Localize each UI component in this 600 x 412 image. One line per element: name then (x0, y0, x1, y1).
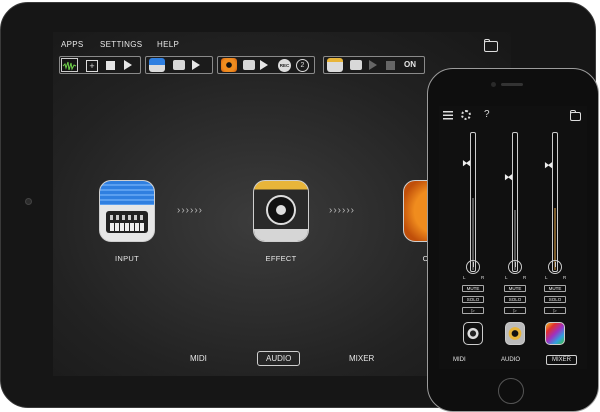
volume-slider-3[interactable] (552, 132, 558, 272)
play-icon[interactable] (192, 60, 200, 70)
share-icon[interactable] (173, 60, 185, 70)
plus-icon[interactable]: + (86, 60, 98, 72)
pan-knob-2[interactable] (508, 260, 522, 274)
solo-button-2[interactable]: SOLO (504, 296, 526, 303)
share-icon[interactable] (243, 60, 255, 70)
channel-app-1[interactable] (463, 322, 483, 345)
effect-node[interactable] (253, 180, 309, 242)
phone-screen: ? ⧓ L R MUTE SOLO ▷ ⧓ L R MUTE SOLO ▷ ⧓ … (439, 106, 587, 369)
tab-midi[interactable]: MIDI (190, 354, 207, 363)
pan-right-label: R (563, 275, 567, 280)
play-button-2[interactable]: ▷ (504, 307, 526, 314)
toolbar-effect: ON (323, 56, 425, 74)
mute-button-1[interactable]: MUTE (462, 285, 484, 292)
toolbar-input: + (59, 56, 141, 74)
menu-bar: APPS SETTINGS HELP (53, 40, 511, 54)
on-toggle[interactable]: ON (404, 60, 416, 69)
stop-icon[interactable] (106, 61, 115, 70)
play-icon[interactable] (369, 60, 377, 70)
count-badge[interactable]: 2 (296, 59, 309, 72)
pan-knob-3[interactable] (548, 260, 562, 274)
pan-left-label: L (545, 275, 548, 280)
pan-right-label: R (481, 275, 485, 280)
phone-speaker (501, 83, 523, 86)
help-icon[interactable]: ? (484, 109, 490, 120)
share-icon[interactable] (350, 60, 362, 70)
volume-slider-1[interactable] (470, 132, 476, 272)
pan-right-label: R (523, 275, 527, 280)
channel-app-2[interactable] (505, 322, 525, 345)
play-button-3[interactable]: ▷ (544, 307, 566, 314)
menu-help[interactable]: HELP (157, 40, 179, 49)
play-icon[interactable] (260, 60, 268, 70)
folder-icon[interactable] (484, 39, 498, 52)
channel-app-3[interactable] (545, 322, 565, 345)
effect-app-thumb[interactable] (327, 58, 343, 72)
volume-slider-2[interactable] (512, 132, 518, 272)
tab-midi[interactable]: MIDI (453, 357, 466, 363)
toolbar-input-app (145, 56, 213, 74)
pan-knob-1[interactable] (466, 260, 480, 274)
mute-button-3[interactable]: MUTE (544, 285, 566, 292)
output-app-thumb[interactable] (221, 58, 237, 72)
solo-button-1[interactable]: SOLO (462, 296, 484, 303)
list-icon[interactable] (443, 111, 453, 120)
pan-left-label: L (505, 275, 508, 280)
waveform-icon[interactable] (61, 58, 78, 72)
slider-thumb-3[interactable]: ⧓ (544, 160, 553, 171)
tablet-camera (25, 198, 32, 205)
record-button[interactable]: REC (278, 59, 291, 72)
tab-mixer[interactable]: MIXER (349, 354, 374, 363)
effect-node-label: EFFECT (265, 254, 297, 263)
input-app-thumb[interactable] (149, 58, 165, 72)
input-node-label: INPUT (115, 254, 139, 263)
slider-thumb-1[interactable]: ⧓ (462, 158, 471, 169)
tab-mixer[interactable]: MIXER (546, 355, 578, 365)
phone-frame: ? ⧓ L R MUTE SOLO ▷ ⧓ L R MUTE SOLO ▷ ⧓ … (427, 68, 599, 412)
slider-thumb-2[interactable]: ⧓ (504, 172, 513, 183)
connection-arrows: ›››››› (177, 205, 203, 216)
play-button-1[interactable]: ▷ (462, 307, 484, 314)
pan-left-label: L (463, 275, 466, 280)
folder-icon[interactable] (570, 110, 581, 121)
tab-audio[interactable]: AUDIO (501, 357, 520, 363)
gear-icon[interactable] (461, 110, 471, 120)
solo-button-3[interactable]: SOLO (544, 296, 566, 303)
input-node[interactable] (99, 180, 155, 242)
stop-icon[interactable] (386, 61, 395, 70)
play-icon[interactable] (124, 60, 132, 70)
mute-button-2[interactable]: MUTE (504, 285, 526, 292)
toolbar-output: REC 2 (217, 56, 315, 74)
home-button[interactable] (498, 378, 524, 404)
phone-camera (491, 82, 496, 87)
tab-audio[interactable]: AUDIO (257, 351, 301, 366)
connection-arrows: ›››››› (329, 205, 355, 216)
menu-settings[interactable]: SETTINGS (100, 40, 142, 49)
menu-apps[interactable]: APPS (61, 40, 84, 49)
